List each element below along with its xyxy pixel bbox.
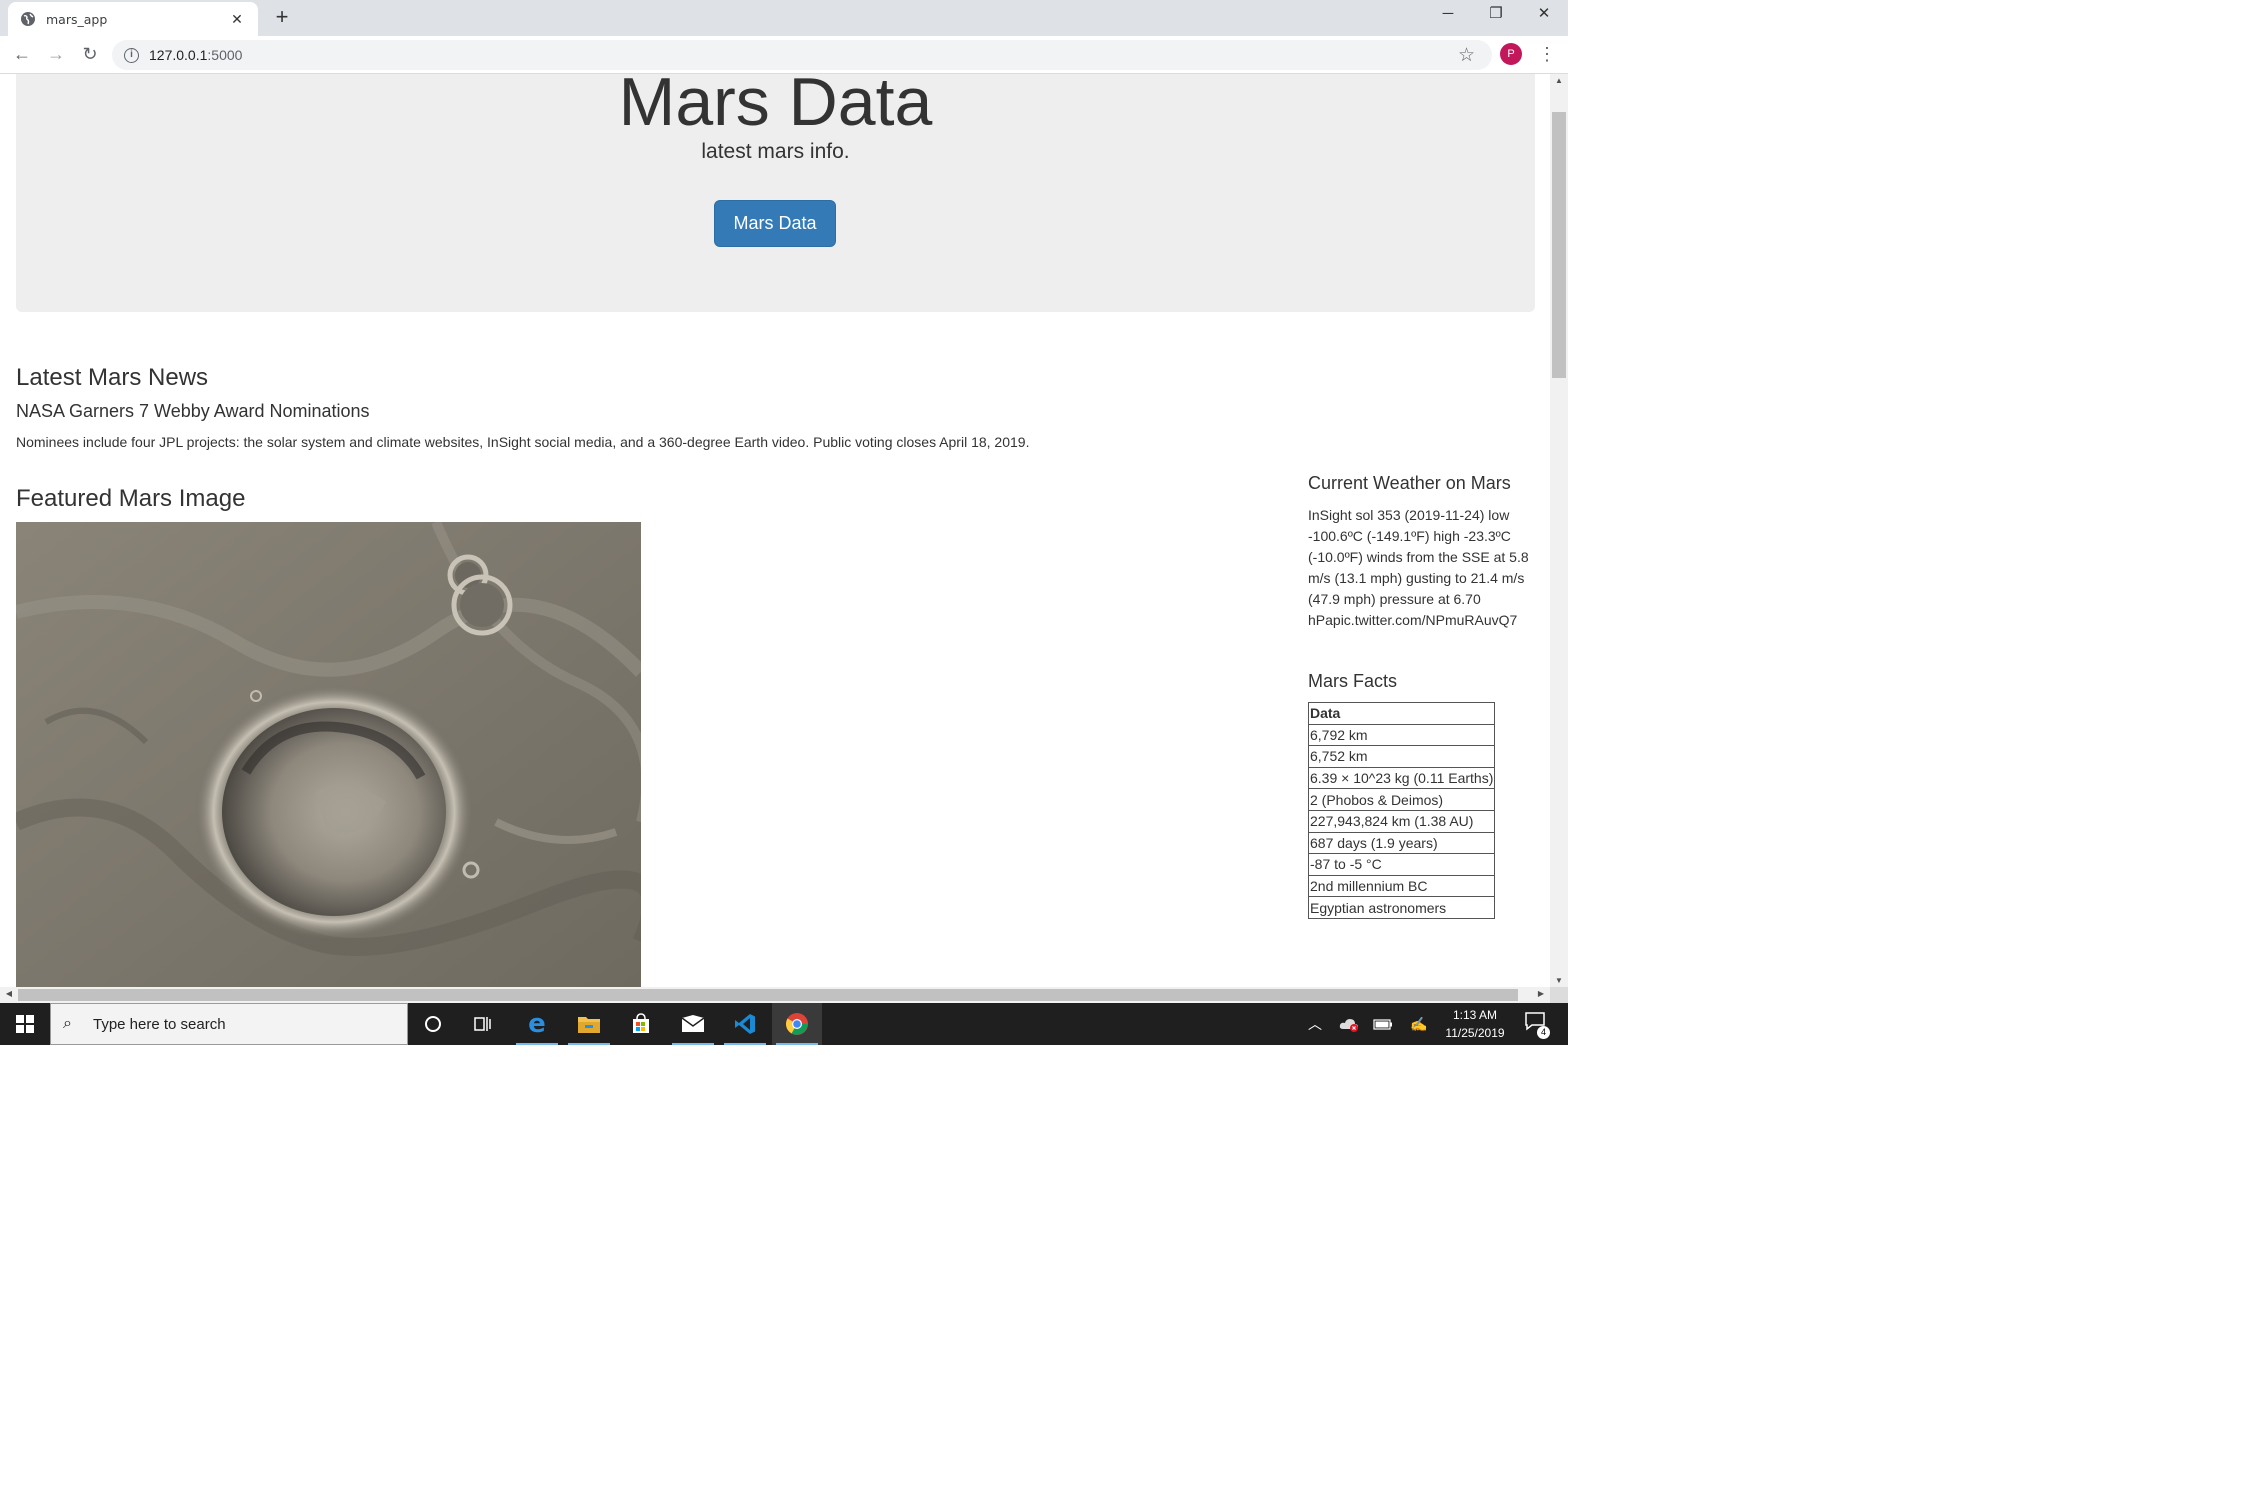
- onedrive-error-icon[interactable]: [1334, 1003, 1364, 1045]
- featured-image-heading: Featured Mars Image: [16, 485, 246, 512]
- scroll-down-arrow-icon[interactable]: ▼: [1550, 976, 1568, 985]
- vertical-scrollbar[interactable]: ▲ ▼: [1550, 74, 1568, 987]
- table-cell: Egyptian astronomers: [1307, 896, 1496, 919]
- news-heading: Latest Mars News: [16, 364, 209, 391]
- site-info-icon[interactable]: i: [124, 47, 139, 63]
- mars-facts-table: Data 6,792 km 6,752 km 6.39 × 10^23 kg (…: [1307, 702, 1496, 919]
- table-row: 6,752 km: [1307, 745, 1496, 768]
- jumbotron: Mars Data latest mars info. Mars Data: [16, 74, 1535, 312]
- action-center-icon[interactable]: 4: [1522, 1011, 1550, 1039]
- scrape-button[interactable]: Mars Data: [714, 200, 836, 247]
- page-viewport: Mars Data latest mars info. Mars Data La…: [0, 74, 1550, 987]
- restore-icon[interactable]: ❐: [1472, 0, 1520, 30]
- page-subtitle: latest mars info.: [701, 140, 850, 163]
- reload-icon[interactable]: ↻: [76, 40, 104, 68]
- globe-icon: [20, 11, 36, 27]
- table-cell: 687 days (1.9 years): [1307, 831, 1496, 855]
- news-paragraph: Nominees include four JPL projects: the …: [16, 434, 1030, 450]
- chrome-icon[interactable]: [772, 1003, 822, 1045]
- featured-mars-image: [16, 522, 641, 987]
- table-row: 227,943,824 km (1.38 AU): [1307, 809, 1496, 833]
- table-header-cell: Data: [1307, 702, 1496, 725]
- table-cell: 6,752 km: [1307, 745, 1496, 768]
- clock-date: 11/25/2019: [1445, 1026, 1505, 1040]
- minimize-icon[interactable]: ─: [1424, 0, 1472, 30]
- address-bar[interactable]: i 127.0.0.1:5000: [112, 40, 1492, 70]
- weather-text: InSight sol 353 (2019-11-24) low -100.6º…: [1308, 507, 1529, 628]
- search-placeholder: Type here to search: [93, 1015, 226, 1033]
- scroll-left-arrow-icon[interactable]: ◀: [1, 989, 17, 998]
- news-title: NASA Garners 7 Webby Award Nominations: [16, 401, 370, 421]
- table-row: 687 days (1.9 years): [1307, 831, 1496, 855]
- show-hidden-icons-chevron-icon[interactable]: ︿: [1302, 1003, 1328, 1045]
- menu-kebab-icon[interactable]: ⋮: [1538, 42, 1556, 66]
- battery-icon[interactable]: [1368, 1003, 1398, 1045]
- scrollbar-corner: [1550, 987, 1568, 1003]
- table-row: 2 (Phobos & Deimos): [1307, 788, 1496, 811]
- notification-count-badge: 4: [1537, 1026, 1550, 1039]
- search-icon: ⌕: [63, 1015, 72, 1032]
- tab-title: mars_app: [46, 11, 108, 27]
- table-cell: 227,943,824 km (1.38 AU): [1307, 809, 1496, 833]
- forward-arrow-icon[interactable]: →: [42, 40, 70, 68]
- task-view-icon[interactable]: [458, 1003, 508, 1045]
- file-explorer-icon[interactable]: [564, 1003, 614, 1045]
- clock-time: 1:13 AM: [1452, 1008, 1498, 1022]
- scroll-right-arrow-icon[interactable]: ▶: [1533, 989, 1549, 998]
- page-title: Mars Data: [618, 74, 933, 140]
- taskbar-search-box[interactable]: ⌕ Type here to search: [50, 1003, 408, 1045]
- new-tab-button[interactable]: +: [270, 6, 294, 30]
- table-cell: 2nd millennium BC: [1307, 874, 1496, 898]
- close-tab-icon[interactable]: ✕: [228, 11, 246, 28]
- browser-toolbar: ← → ↻ i 127.0.0.1:5000 ☆ P ⋮: [0, 36, 1568, 74]
- vscode-icon[interactable]: [720, 1003, 770, 1045]
- table-row: 2nd millennium BC: [1307, 874, 1496, 898]
- horizontal-scroll-thumb[interactable]: [18, 989, 1518, 1001]
- taskbar-clock[interactable]: 1:13 AM 11/25/2019: [1430, 1006, 1520, 1042]
- edge-browser-icon[interactable]: e: [512, 1003, 562, 1045]
- table-cell: 2 (Phobos & Deimos): [1307, 788, 1496, 811]
- table-cell: 6.39 × 10^23 kg (0.11 Earths): [1307, 766, 1496, 790]
- table-cell: 6,792 km: [1307, 723, 1496, 747]
- windows-taskbar: ⌕ Type here to search e ︿ ✍ 1:13 AM 11/2…: [0, 1003, 1568, 1045]
- url-port: :5000: [207, 47, 243, 63]
- scroll-up-arrow-icon[interactable]: ▲: [1550, 76, 1568, 85]
- table-cell: -87 to -5 °C: [1307, 853, 1496, 876]
- table-row: Egyptian astronomers: [1307, 896, 1496, 919]
- close-window-icon[interactable]: ✕: [1520, 0, 1568, 30]
- windows-start-button[interactable]: [0, 1003, 50, 1045]
- url-host: 127.0.0.1: [149, 47, 208, 63]
- cortana-icon[interactable]: [408, 1003, 458, 1045]
- microsoft-store-icon[interactable]: [616, 1003, 666, 1045]
- table-row: 6,792 km: [1307, 723, 1496, 747]
- profile-avatar[interactable]: P: [1500, 43, 1522, 65]
- table-row: 6.39 × 10^23 kg (0.11 Earths): [1307, 766, 1496, 790]
- browser-tab[interactable]: mars_app ✕: [8, 2, 258, 36]
- weather-heading: Current Weather on Mars: [1308, 473, 1511, 493]
- vertical-scroll-thumb[interactable]: [1552, 112, 1566, 378]
- horizontal-scrollbar[interactable]: ◀ ▶: [0, 987, 1550, 1003]
- bookmark-star-icon[interactable]: ☆: [1458, 44, 1475, 67]
- table-row: -87 to -5 °C: [1307, 853, 1496, 876]
- browser-tab-strip: mars_app ✕ + ─ ❐ ✕: [0, 0, 1568, 36]
- back-arrow-icon[interactable]: ←: [8, 40, 36, 68]
- facts-heading: Mars Facts: [1308, 671, 1398, 691]
- mail-icon[interactable]: [668, 1003, 718, 1045]
- table-header-row: Data: [1307, 702, 1496, 725]
- windows-logo-icon: [16, 1015, 34, 1033]
